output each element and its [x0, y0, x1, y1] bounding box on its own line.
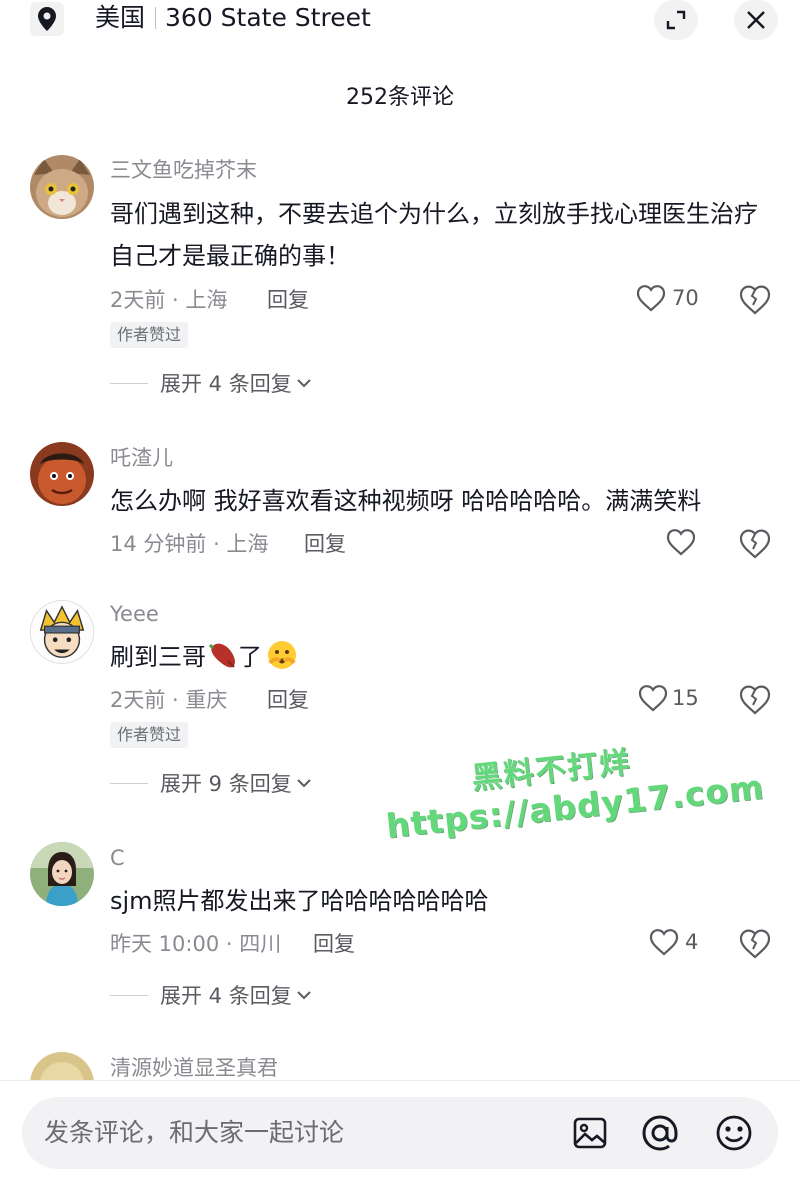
comment-meta: 2天前 · 重庆	[110, 688, 228, 712]
location-pin-icon	[30, 2, 64, 36]
expand-replies-button[interactable]: 展开 9 条回复	[110, 768, 312, 798]
sweet-potato-emoji	[208, 643, 235, 668]
author-liked-badge: 作者赞过	[110, 722, 189, 748]
comment-meta: 14 分钟前 · 上海	[110, 532, 269, 556]
author-liked-badge: 作者赞过	[110, 322, 189, 348]
expand-divider	[110, 994, 148, 996]
reply-button[interactable]: 回复	[267, 286, 309, 314]
comment-text: sjm照片都发出来了哈哈哈哈哈哈哈	[110, 887, 489, 915]
dislike-icon[interactable]	[738, 284, 772, 316]
chevron-down-icon	[297, 379, 311, 388]
comment-count: 252条评论	[346, 85, 454, 110]
location-address: 360 State Street	[165, 3, 371, 32]
like-count: 4	[685, 930, 699, 954]
watermark: 黑料不打烊 https://abdy17.com	[380, 728, 766, 883]
like-count: 15	[672, 686, 699, 710]
like-count: 70	[672, 286, 699, 310]
girl-photo-avatar-image	[30, 842, 94, 906]
dislike-icon[interactable]	[738, 684, 772, 716]
comment-input-bar: 发条评论，和大家一起讨论	[0, 1080, 800, 1190]
username[interactable]: C	[110, 844, 125, 872]
comment-text: 哥们遇到这种，不要去追个为什么，立刻放手找心理医生治疗自己才是最正确的事！	[110, 200, 758, 270]
comment-meta: 2天前 · 上海	[110, 288, 228, 312]
like-button[interactable]: 70	[636, 284, 699, 312]
dislike-icon[interactable]	[738, 528, 772, 560]
avatar[interactable]	[30, 442, 94, 506]
chevron-down-icon	[297, 991, 311, 1000]
peeking-face-emoji	[268, 641, 296, 669]
expand-replies-label: 展开 9 条回复	[160, 772, 292, 796]
location-divider	[155, 7, 157, 29]
reply-button[interactable]: 回复	[267, 686, 309, 714]
expand-replies-button[interactable]: 展开 4 条回复	[110, 368, 312, 398]
comment-meta: 昨天 10:00 · 四川	[110, 932, 282, 956]
expand-button[interactable]	[654, 0, 698, 40]
username[interactable]: 吒渣儿	[110, 444, 173, 472]
username[interactable]: 清源妙道显圣真君	[110, 1054, 278, 1082]
location-bar: 美国 360 State Street	[0, 0, 800, 40]
avatar[interactable]	[30, 1052, 94, 1080]
like-button[interactable]: 4	[649, 928, 698, 956]
dislike-icon[interactable]	[738, 928, 772, 960]
cartoon-ninja-avatar-image	[31, 601, 93, 663]
location-text[interactable]: 美国 360 State Street	[95, 3, 371, 33]
close-icon	[747, 11, 765, 29]
avatar[interactable]	[30, 600, 94, 664]
username[interactable]: 三文鱼吃掉芥末	[110, 156, 257, 184]
image-icon[interactable]	[570, 1113, 610, 1153]
expand-icon	[666, 10, 686, 30]
like-button[interactable]: 15	[638, 684, 699, 712]
emoji-icon[interactable]	[714, 1113, 754, 1153]
comment-text-part: 了	[238, 643, 262, 671]
golden-avatar-image	[30, 1052, 94, 1080]
comment-text-part: 刷到三哥	[110, 643, 206, 671]
chevron-down-icon	[297, 779, 311, 788]
reply-button[interactable]: 回复	[304, 530, 346, 558]
comment-input[interactable]: 发条评论，和大家一起讨论	[22, 1097, 778, 1169]
username[interactable]: Yeee	[110, 600, 159, 628]
heart-icon	[666, 529, 696, 556]
nezha-avatar-image	[30, 442, 94, 506]
at-icon[interactable]	[640, 1113, 680, 1153]
like-button[interactable]	[666, 528, 696, 556]
cat-avatar-image	[30, 155, 94, 219]
heart-icon	[649, 929, 679, 956]
expand-replies-button[interactable]: 展开 4 条回复	[110, 980, 312, 1010]
comment-text: 刷到三哥 了	[110, 636, 770, 678]
close-button[interactable]	[734, 0, 778, 40]
expand-divider	[110, 782, 148, 784]
reply-button[interactable]: 回复	[313, 930, 355, 958]
location-country: 美国	[95, 3, 146, 32]
expand-divider	[110, 382, 148, 384]
avatar[interactable]	[30, 842, 94, 906]
avatar[interactable]	[30, 155, 94, 219]
heart-icon	[636, 285, 666, 312]
expand-replies-label: 展开 4 条回复	[160, 984, 292, 1008]
heart-icon	[638, 685, 668, 712]
comment-input-placeholder: 发条评论，和大家一起讨论	[44, 1118, 345, 1147]
expand-replies-label: 展开 4 条回复	[160, 372, 292, 396]
comment-text: 怎么办啊 我好喜欢看这种视频呀 哈哈哈哈哈。满满笑料	[110, 487, 702, 515]
